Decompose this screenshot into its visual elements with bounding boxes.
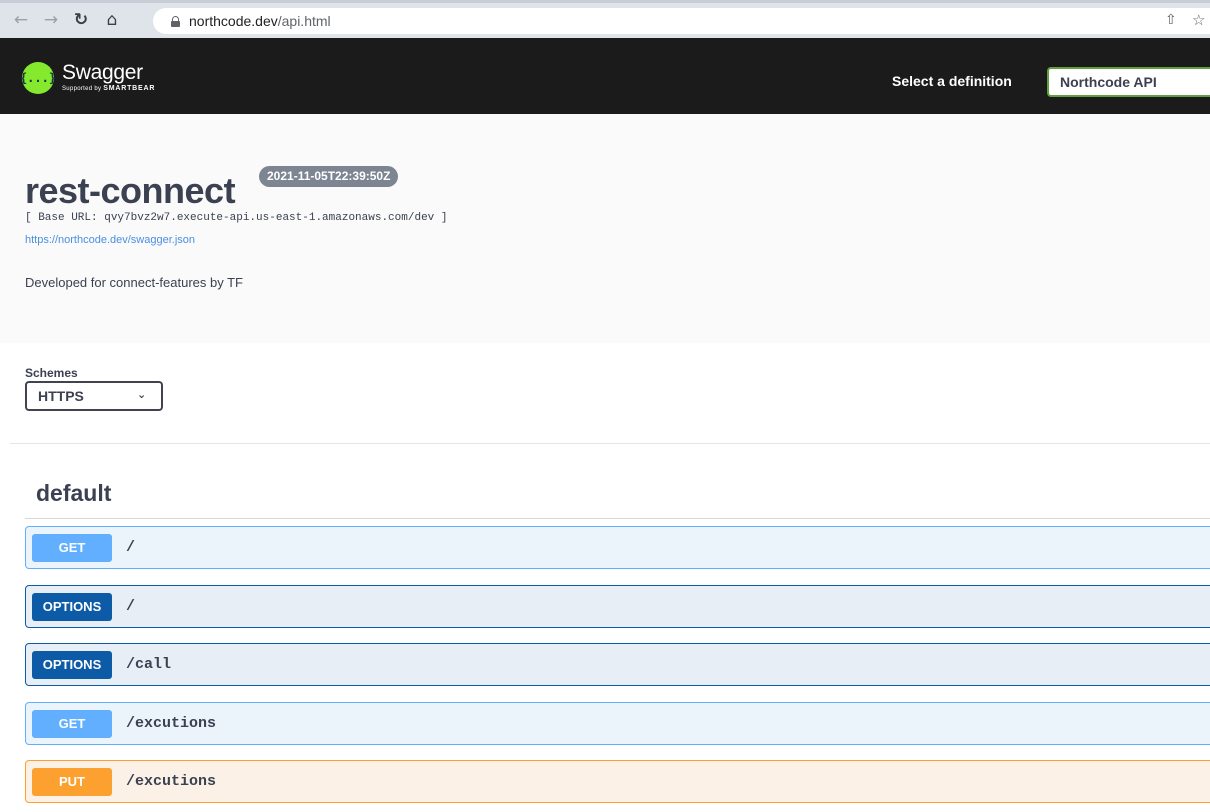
api-info: rest-connect 2021-11-05T22:39:50Z [ Base… xyxy=(0,114,1210,343)
operation-get-root[interactable]: GET / xyxy=(25,526,1210,569)
divider xyxy=(10,443,1210,444)
swagger-logo-icon: {...} xyxy=(20,62,56,94)
method-badge: GET xyxy=(32,533,112,562)
api-description: Developed for connect-features by TF xyxy=(25,275,243,290)
chevron-down-icon: ⌄ xyxy=(137,388,147,401)
schemes-value: HTTPS xyxy=(38,388,84,404)
reload-icon[interactable]: ↻ xyxy=(70,9,92,31)
logo-subtitle: Supported by SMARTBEAR xyxy=(62,85,155,92)
tag-divider xyxy=(25,518,1210,519)
operation-path: /excutions xyxy=(126,715,217,732)
back-arrow-icon[interactable]: ← xyxy=(10,9,32,31)
operation-options-call[interactable]: OPTIONS /call xyxy=(25,643,1210,686)
share-icon[interactable]: ⇧ xyxy=(1165,12,1177,28)
operation-path: /call xyxy=(126,656,172,673)
method-badge: OPTIONS xyxy=(32,650,112,679)
lock-icon xyxy=(171,15,180,27)
operation-path: / xyxy=(126,598,136,615)
schemes-label: Schemes xyxy=(25,366,78,380)
operation-get-excutions[interactable]: GET /excutions xyxy=(25,702,1210,745)
url-path: /api.html xyxy=(277,13,331,29)
definition-select[interactable]: Northcode API xyxy=(1047,67,1210,97)
operation-path: /excutions xyxy=(126,773,217,790)
swagger-topbar: {...} Swagger Supported by SMARTBEAR Sel… xyxy=(0,38,1210,114)
method-badge: PUT xyxy=(32,767,112,796)
schemes-select[interactable]: HTTPS ⌄ xyxy=(25,381,163,411)
version-badge: 2021-11-05T22:39:50Z xyxy=(259,166,399,187)
browser-toolbar: ← → ↻ ⌂ northcode.dev/api.html ⇧ ☆ xyxy=(0,0,1210,38)
operation-options-root[interactable]: OPTIONS / xyxy=(25,585,1210,628)
home-icon[interactable]: ⌂ xyxy=(101,9,123,31)
base-url: [ Base URL: qvy7bvz2w7.execute-api.us-ea… xyxy=(25,212,448,224)
logo-name: Swagger xyxy=(62,61,143,84)
bookmark-star-icon[interactable]: ☆ xyxy=(1192,11,1205,29)
address-bar[interactable]: northcode.dev/api.html xyxy=(153,8,1210,34)
swagger-json-link[interactable]: https://northcode.dev/swagger.json xyxy=(25,234,195,246)
forward-arrow-icon[interactable]: → xyxy=(40,9,62,31)
logo-brand: SMARTBEAR xyxy=(103,85,156,92)
tag-title[interactable]: default xyxy=(36,480,111,507)
method-badge: GET xyxy=(32,709,112,738)
definition-label: Select a definition xyxy=(892,73,1012,89)
api-title: rest-connect xyxy=(25,170,236,211)
method-badge: OPTIONS xyxy=(32,592,112,621)
url-host: northcode.dev xyxy=(189,13,278,29)
operation-put-excutions[interactable]: PUT /excutions xyxy=(25,760,1210,803)
logo-supported-by: Supported by xyxy=(62,86,102,92)
operation-path: / xyxy=(126,539,136,556)
swagger-logo[interactable]: {...} Swagger Supported by SMARTBEAR xyxy=(20,61,155,94)
